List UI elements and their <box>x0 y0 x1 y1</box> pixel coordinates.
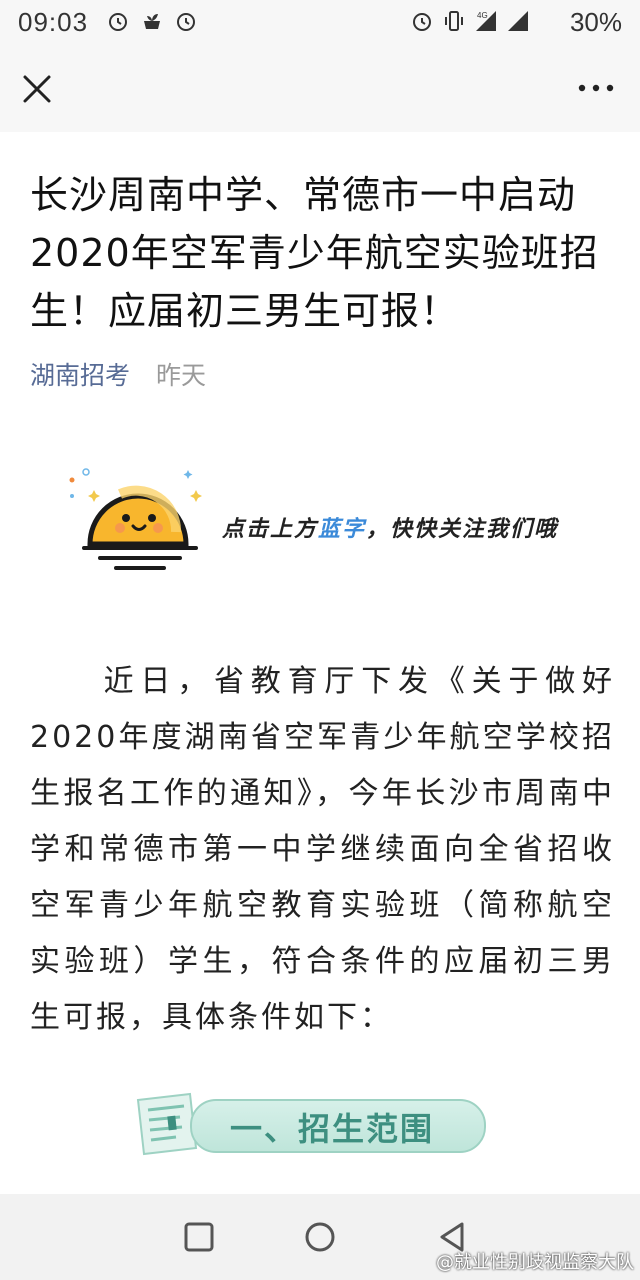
section-heading: 一、招生范围 <box>130 1090 490 1160</box>
signal-4g-icon: 4G <box>476 11 496 31</box>
status-time: 09:03 <box>18 7 89 37</box>
follow-text-prefix: 点击上方 <box>222 517 319 542</box>
article-paragraph: 近日，省教育厅下发《关于做好2020年度湖南省空军青少年航空学校招生报名工作的通… <box>30 664 615 1035</box>
alarm-icon <box>109 13 127 31</box>
follow-banner: 点击上方蓝字，快快关注我们哦 <box>60 462 600 582</box>
section-heading-label: 一、招生范围 <box>230 1110 435 1148</box>
more-icon[interactable] <box>576 76 616 100</box>
status-left-icons <box>106 9 198 33</box>
account-name-link[interactable]: 湖南招考 <box>30 361 130 390</box>
status-right-icons: 4G <box>410 9 530 33</box>
article-meta: 湖南招考 昨天 <box>30 356 206 392</box>
alarm-icon <box>177 13 195 31</box>
watermark-text: @就业性别歧视监察大队 <box>436 1252 634 1273</box>
webview-toolbar <box>0 46 640 132</box>
follow-text-blue-word: 蓝字 <box>318 517 367 542</box>
article-title: 长沙周南中学、常德市一中启动2020年空军青少年航空实验班招生！应届初三男生可报… <box>30 173 599 333</box>
svg-text:4G: 4G <box>477 11 488 20</box>
follow-prompt-text: 点击上方蓝字，快快关注我们哦 <box>222 511 558 543</box>
recents-square-icon[interactable] <box>182 1220 216 1254</box>
plant-icon <box>144 14 160 29</box>
sun-mascot-icon <box>69 468 202 570</box>
home-circle-icon[interactable] <box>303 1220 337 1254</box>
status-bar: 09:03 4G 30% <box>0 0 640 46</box>
close-icon[interactable] <box>20 72 54 106</box>
follow-text-suffix: ，快快关注我们哦 <box>366 517 559 542</box>
vibrate-icon <box>445 11 463 31</box>
alarm-icon <box>413 13 431 31</box>
battery-percentage: 30% <box>569 7 622 37</box>
signal-icon <box>508 11 528 31</box>
publish-date: 昨天 <box>155 361 206 390</box>
